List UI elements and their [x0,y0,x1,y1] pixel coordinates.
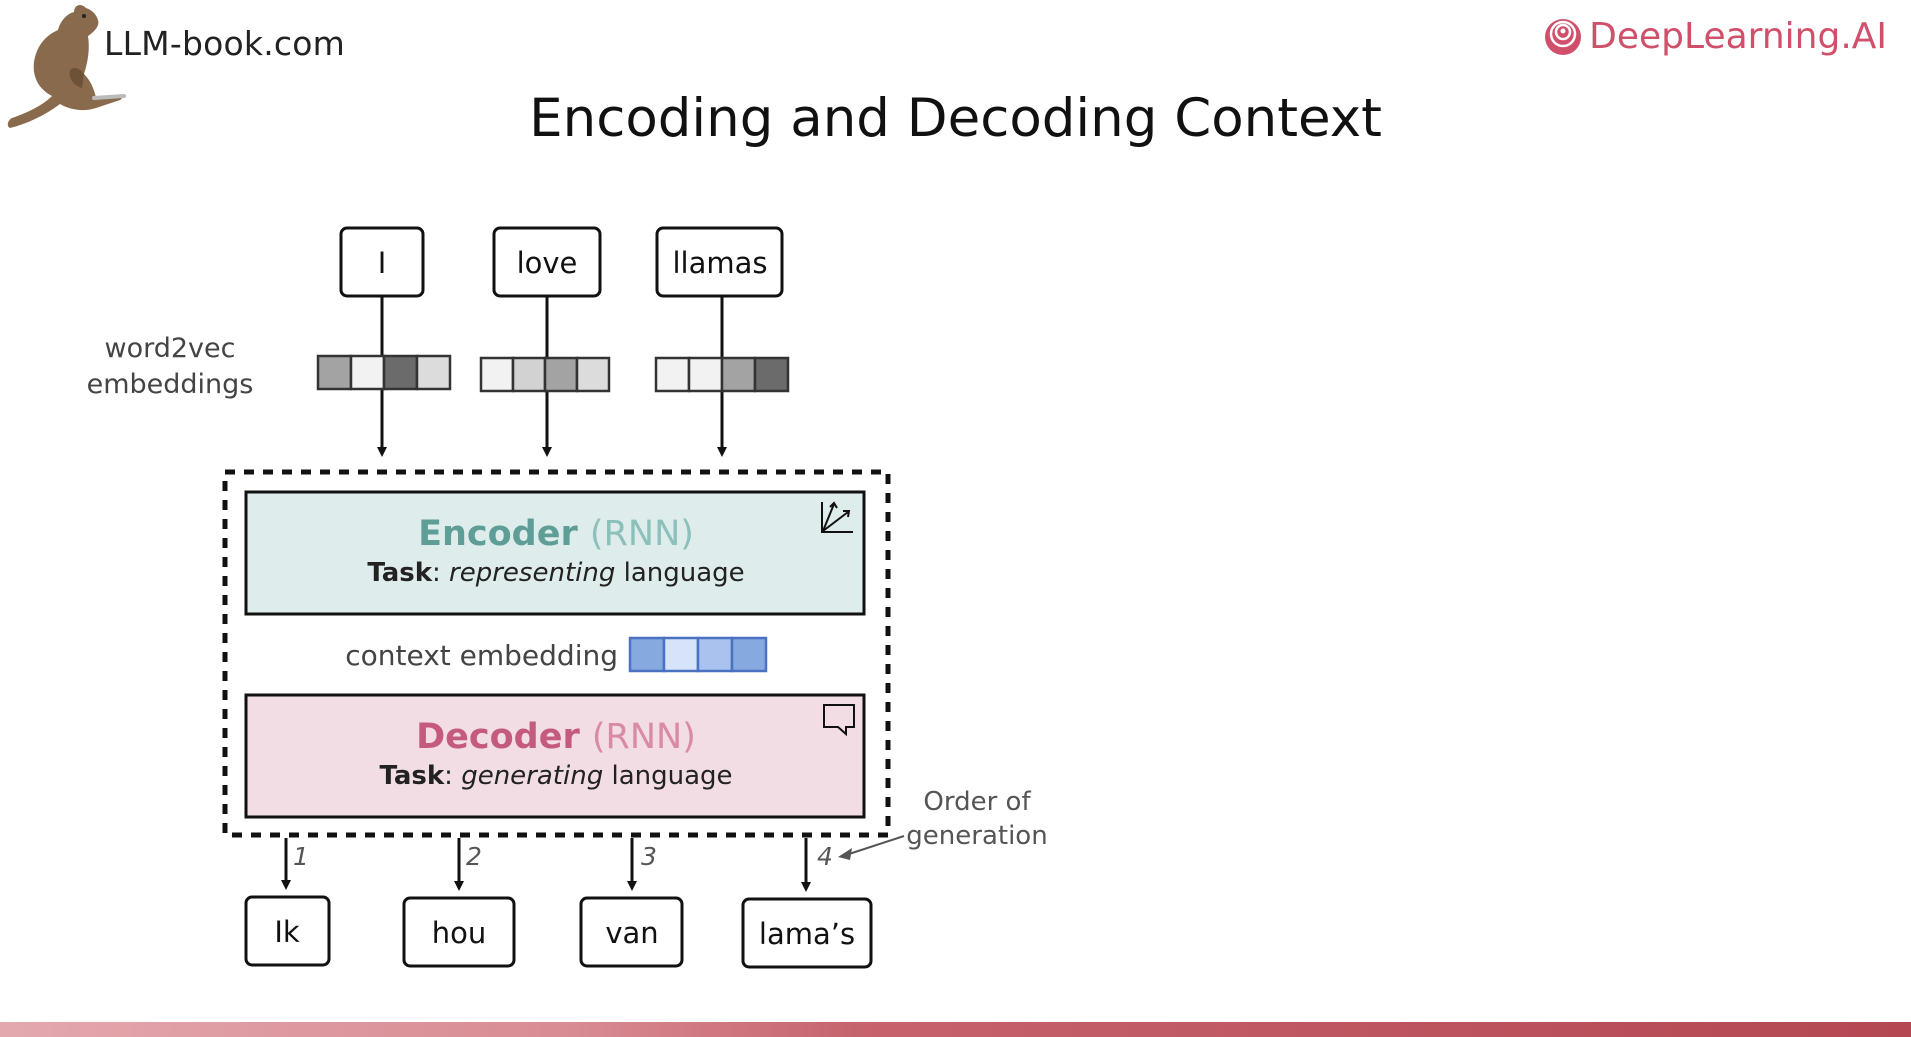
embeddings-label-line2: embeddings [87,369,254,400]
embedding-vector-llamas [654,356,790,393]
embedding-vector-love [479,356,611,393]
bottom-accent-bar [0,1022,1911,1037]
output-token-label: lama’s [759,917,855,951]
svg-text:Decoder (RNN): Decoder (RNN) [416,717,696,757]
input-token-label: llamas [672,246,767,280]
output-token-label: hou [432,916,487,950]
svg-text:Task: generating: Task: generating language [379,761,732,791]
output-token-hou: hou [402,896,516,968]
decoder-task-object: language [611,761,732,791]
output-token-ik: Ik [244,895,331,967]
encoder-decoder-diagram: word2vec embeddings I love llamas Encode… [87,226,1048,969]
embedding-vector-i [316,354,452,391]
step-number: 1 [293,842,309,871]
encoder-model: (RNN) [590,514,694,554]
input-token-label: I [378,246,387,280]
step-number: 2 [466,842,482,871]
decoder-model: (RNN) [592,717,696,757]
decoder-task-label: Task [379,761,444,791]
output-token-label: van [605,916,658,950]
order-note-line2: generation [906,821,1047,851]
output-token-van: van [579,896,684,968]
decoder-task-verb: generating [461,761,603,791]
input-token-label: love [517,246,578,280]
order-note-pointer [845,835,905,856]
output-token-lamas: lama’s [741,897,873,969]
step-number: 3 [641,842,657,871]
decoder-name: Decoder [416,717,580,757]
step-number: 4 [817,842,833,871]
decoder-block: Decoder (RNN) Task: generating language [244,693,866,819]
order-note-line1: Order of [923,787,1031,817]
encoder-task-verb: representing [449,558,615,588]
context-embedding-label: context embedding [345,639,618,672]
encoder-task-object: language [624,558,745,588]
output-token-label: Ik [274,915,300,949]
order-note-pointer-head [838,848,852,860]
encoder-block: Encoder (RNN) Task: representing languag… [244,490,866,616]
input-token-llamas: llamas [655,226,784,298]
input-token-love: love [492,226,602,298]
embeddings-label-line1: word2vec [105,333,236,364]
svg-text:Task: representing: Task: representing language [367,558,744,588]
encoder-name: Encoder [418,514,578,554]
input-token-i: I [339,226,425,298]
svg-text:Encoder (RNN): Encoder (RNN) [418,514,694,554]
encoder-task-label: Task [367,558,432,588]
context-embedding-vector [628,636,768,673]
